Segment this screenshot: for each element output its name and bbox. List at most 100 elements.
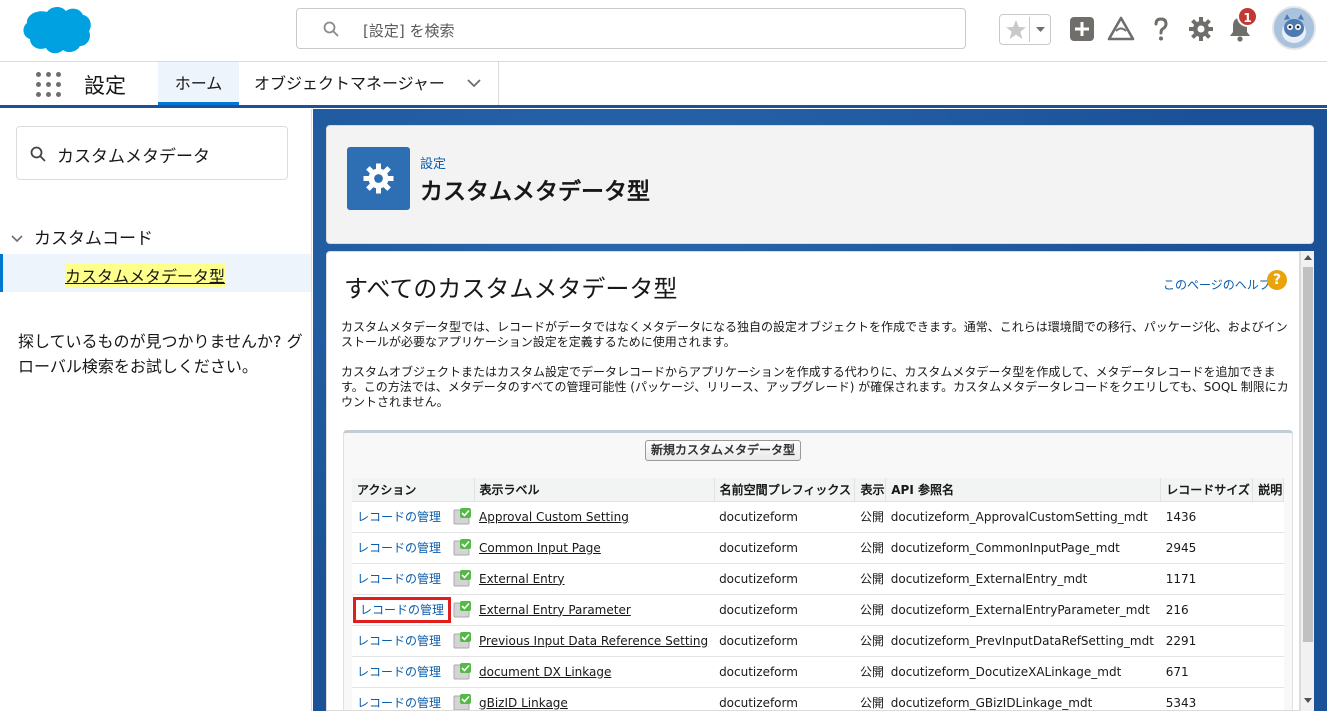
deployed-check-icon: [453, 538, 471, 555]
new-custom-metadata-type-button[interactable]: 新規カスタムメタデータ型: [645, 440, 802, 461]
api-name-cell: docutizeform_DocutizeXALinkage_mdt: [885, 656, 1161, 688]
page-header: 設定 カスタムメタデータ型: [326, 125, 1314, 244]
search-icon: [30, 146, 46, 162]
quick-find-input[interactable]: カスタムメタデータ: [16, 126, 288, 180]
tab-divider: [498, 62, 499, 105]
action-cell: レコードの管理: [352, 563, 474, 595]
action-cell: レコードの管理: [352, 532, 474, 564]
column-header: アクション: [352, 478, 475, 502]
manage-records-link[interactable]: レコードの管理: [357, 634, 441, 648]
gear-icon: [363, 163, 394, 194]
notification-count-badge: 1: [1237, 6, 1258, 27]
metadata-type-link[interactable]: document DX Linkage: [479, 665, 611, 679]
chevron-down-icon: [11, 235, 23, 243]
global-header: [設定] を検索 1: [0, 0, 1327, 62]
description-cell: [1252, 563, 1284, 595]
manage-records-link[interactable]: レコードの管理: [357, 665, 441, 679]
manage-records-link[interactable]: レコードの管理: [357, 572, 441, 586]
record-size-cell: 216: [1160, 594, 1253, 626]
deployed-check-icon: [453, 569, 471, 586]
action-cell: レコードの管理: [352, 625, 474, 657]
record-size-cell: 2291: [1160, 625, 1253, 657]
metadata-type-link[interactable]: Previous Input Data Reference Setting: [479, 634, 708, 648]
column-header: 説明: [1252, 478, 1284, 502]
favorites-button[interactable]: [999, 14, 1051, 45]
namespace-cell: docutizeform: [714, 563, 855, 595]
manage-records-link[interactable]: レコードの管理: [352, 597, 452, 623]
help-link[interactable]: このページのヘルプ: [1163, 276, 1271, 293]
namespace-cell: docutizeform: [714, 687, 855, 710]
record-size-cell: 1436: [1160, 501, 1253, 533]
app-launcher-icon[interactable]: [36, 72, 62, 98]
global-search-input[interactable]: [設定] を検索: [296, 8, 966, 49]
salesforce-logo[interactable]: [17, 4, 91, 56]
description-cell: [1252, 656, 1284, 688]
tree-item-custom-metadata-types[interactable]: カスタムメタデータ型: [0, 254, 311, 292]
description-paragraph: カスタムメタデータ型では、レコードがデータではなくメタデータになる独自の設定オブ…: [341, 320, 1288, 349]
record-size-cell: 1171: [1160, 563, 1253, 595]
api-name-cell: docutizeform_GBizIDLinkage_mdt: [885, 687, 1161, 710]
section-title: すべてのカスタムメタデータ型: [344, 275, 678, 303]
column-header: 表示ラベル: [474, 478, 715, 502]
gear-icon[interactable]: [1187, 15, 1215, 43]
namespace-cell: docutizeform: [714, 532, 855, 564]
metadata-type-table: アクション 表示ラベル 名前空間プレフィックス 表示 API 参照名 レコードサ…: [352, 478, 1284, 710]
column-header: 表示: [854, 478, 887, 502]
content-card: すべてのカスタムメタデータ型 このページのヘルプ ? カスタムメタデータ型では、…: [326, 251, 1300, 711]
label-cell: document DX Linkage: [474, 656, 715, 688]
chevron-down-icon[interactable]: [466, 77, 482, 89]
scrollbar-thumb[interactable]: [1303, 267, 1313, 642]
metadata-type-link[interactable]: External Entry: [479, 572, 565, 586]
help-icon[interactable]: [1147, 15, 1175, 43]
namespace-cell: docutizeform: [714, 625, 855, 657]
tab-object-manager[interactable]: オブジェクトマネージャー: [254, 62, 499, 105]
favorites-star-icon[interactable]: [1003, 17, 1029, 43]
setup-gear-icon: [347, 147, 410, 210]
record-size-cell: 671: [1160, 656, 1253, 688]
api-name-cell: docutizeform_CommonInputPage_mdt: [885, 532, 1161, 564]
namespace-cell: docutizeform: [714, 501, 855, 533]
scroll-up-arrow[interactable]: [1304, 255, 1312, 260]
tab-home[interactable]: ホーム: [158, 62, 239, 105]
action-cell: レコードの管理: [352, 594, 474, 626]
table-row: レコードの管理 Common Input Page docutizeform 公開 do…: [352, 532, 1284, 564]
breadcrumb[interactable]: 設定: [420, 153, 446, 172]
metadata-type-link[interactable]: Approval Custom Setting: [479, 510, 629, 524]
tree-item-label[interactable]: カスタムメタデータ型: [65, 263, 226, 287]
table-row: レコードの管理 Approval Custom Setting docutizefo…: [352, 501, 1284, 533]
manage-records-link[interactable]: レコードの管理: [357, 510, 441, 524]
trailhead-icon[interactable]: [1107, 15, 1135, 43]
scroll-down-arrow[interactable]: [1304, 698, 1312, 703]
table-header-row: アクション 表示ラベル 名前空間プレフィックス 表示 API 参照名 レコードサ…: [352, 478, 1284, 502]
manage-records-link[interactable]: レコードの管理: [357, 696, 441, 710]
column-header: レコードサイズ: [1160, 478, 1254, 502]
visibility-cell: 公開: [854, 532, 886, 564]
deployed-check-icon: [453, 631, 471, 648]
api-name-cell: docutizeform_ExternalEntryParameter_mdt: [885, 594, 1161, 626]
description-paragraph: カスタムオブジェクトまたはカスタム設定でデータレコードからアプリケーションを作成…: [341, 365, 1289, 409]
table-row: レコードの管理 External Entry docutizeform 公開 docut…: [352, 563, 1284, 595]
namespace-cell: docutizeform: [714, 594, 855, 626]
tree-section-label: カスタムコード: [34, 229, 153, 249]
visibility-cell: 公開: [854, 687, 886, 710]
visibility-cell: 公開: [854, 656, 886, 688]
manage-records-link[interactable]: レコードの管理: [357, 541, 441, 555]
metadata-type-link[interactable]: Common Input Page: [479, 541, 601, 555]
description-cell: [1252, 594, 1284, 626]
record-size-cell: 2945: [1160, 532, 1253, 564]
metadata-type-link[interactable]: gBizID Linkage: [479, 696, 568, 710]
help-question-icon[interactable]: ?: [1267, 270, 1287, 290]
visibility-cell: 公開: [854, 563, 886, 595]
favorites-dropdown[interactable]: [1029, 17, 1050, 42]
tree-section-custom-code[interactable]: カスタムコード: [10, 224, 153, 249]
table-row: レコードの管理 Previous Input Data Reference Set…: [352, 625, 1284, 657]
not-found-hint: 探しているものが見つかりませんか? グローバル検索をお試しください。: [18, 332, 303, 376]
label-cell: External Entry: [474, 563, 715, 595]
avatar[interactable]: [1272, 6, 1316, 50]
add-icon[interactable]: [1068, 15, 1096, 43]
api-name-cell: docutizeform_ApprovalCustomSetting_mdt: [885, 501, 1161, 533]
label-cell: Approval Custom Setting: [474, 501, 715, 533]
vertical-scrollbar[interactable]: [1300, 251, 1314, 711]
metadata-type-link[interactable]: External Entry Parameter: [479, 603, 631, 617]
api-name-cell: docutizeform_PrevInputDataRefSetting_mdt: [885, 625, 1161, 657]
